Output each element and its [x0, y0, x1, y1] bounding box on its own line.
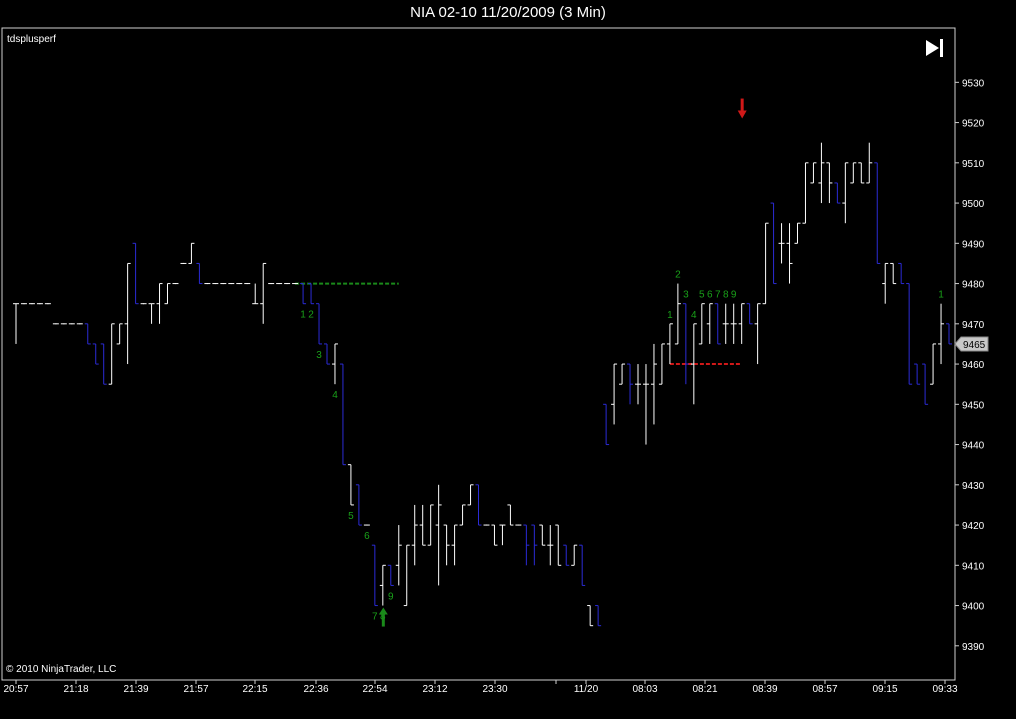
setup-count-label: 7 [372, 612, 378, 623]
y-tick-label: 9420 [962, 521, 985, 532]
price-bar [284, 283, 291, 285]
buy-arrow-shaft [381, 612, 385, 627]
x-tick-label: 23:30 [482, 684, 507, 695]
price-bar [44, 303, 51, 305]
price-bar [76, 323, 83, 325]
x-axis: 20:57 21:18 21:39 21:57 22:15 22:36 22:54 23:12… [3, 680, 958, 695]
price-bar [20, 303, 27, 305]
y-tick-label: 9520 [962, 119, 985, 130]
plot-frame [1, 27, 956, 681]
x-tick-label: 09:15 [872, 684, 897, 695]
setup-count-label: 4 [332, 390, 338, 401]
y-tick-label: 9480 [962, 280, 985, 291]
price-bar [236, 283, 243, 285]
price-bar [268, 283, 275, 285]
y-tick-label: 9490 [962, 239, 985, 250]
setup-count-label: 2 [675, 270, 681, 281]
setup-count-label: 1 [938, 290, 944, 301]
x-tick-label: 21:57 [183, 684, 208, 695]
x-tick-label: 23:12 [422, 684, 447, 695]
price-bar [363, 524, 370, 526]
setup-count-label: 6 [707, 290, 713, 301]
x-tick-label: 08:03 [632, 684, 657, 695]
setup-count-label: 1 [667, 310, 673, 321]
y-tick-label: 9530 [962, 78, 985, 89]
price-bar [483, 524, 490, 526]
y-tick-label: 9390 [962, 642, 985, 653]
price-bar [52, 323, 59, 325]
x-tick-label: 11/20 [574, 684, 599, 695]
y-tick-label: 9440 [962, 441, 985, 452]
setup-count-label: 7 [715, 290, 721, 301]
current-price-label: 9465 [963, 340, 986, 351]
price-bar [228, 283, 235, 285]
price-bar [292, 283, 299, 285]
price-bar [244, 283, 251, 285]
setup-count-label: 4 [691, 310, 697, 321]
y-tick-label: 9450 [962, 400, 985, 411]
setup-count-label: 2 [308, 310, 314, 321]
x-tick-label: 20:57 [3, 684, 28, 695]
x-tick-label: 22:15 [242, 684, 267, 695]
setup-count-label: 8 [723, 290, 729, 301]
y-tick-label: 9430 [962, 481, 985, 492]
price-bar [140, 303, 147, 305]
current-price-marker: 9465 [954, 336, 989, 352]
price-bar [204, 283, 211, 285]
price-bar [515, 524, 522, 526]
x-tick-label: 22:54 [362, 684, 387, 695]
y-tick-label: 9510 [962, 159, 985, 170]
copyright-text: © 2010 NinjaTrader, LLC [6, 664, 116, 675]
price-bar [276, 283, 283, 285]
y-tick-label: 9500 [962, 199, 985, 210]
price-bar [36, 303, 43, 305]
y-tick-label: 9470 [962, 320, 985, 331]
price-bar [220, 283, 227, 285]
x-tick-label: 08:21 [692, 684, 717, 695]
setup-count-label: 6 [364, 531, 370, 542]
price-bar [172, 283, 179, 285]
y-axis: 9530 9520 9510 9500 9490 9480 9470 9460 9450 9440… [954, 78, 989, 653]
price-bar [28, 303, 35, 305]
price-chart: tdsplusperf © 2010 NinjaTrader, LLC 1 234… [1, 27, 989, 695]
x-tick-label: 21:39 [123, 684, 148, 695]
sell-arrow-shaft [740, 98, 744, 113]
y-tick-label: 9410 [962, 561, 985, 572]
price-bar [60, 323, 67, 325]
x-tick-label: 09:33 [932, 684, 957, 695]
price-bar [180, 262, 187, 264]
setup-count-label: 3 [683, 290, 689, 301]
setup-count-label: 1 [300, 310, 306, 321]
indicator-name: tdsplusperf [7, 34, 56, 45]
x-tick-label: 22:36 [303, 684, 328, 695]
x-tick-label: 08:57 [812, 684, 837, 695]
y-tick-label: 9400 [962, 602, 985, 613]
setup-count-label: 9 [388, 591, 394, 602]
setup-count-label: 5 [348, 511, 354, 522]
y-tick-label: 9460 [962, 360, 985, 371]
x-tick-label: 08:39 [752, 684, 777, 695]
price-bar [68, 323, 75, 325]
setup-count-label: 3 [316, 350, 322, 361]
setup-count-label: 9 [731, 290, 737, 301]
setup-count-label: 5 [699, 290, 705, 301]
price-bar [212, 283, 219, 285]
x-tick-label: 21:18 [63, 684, 88, 695]
